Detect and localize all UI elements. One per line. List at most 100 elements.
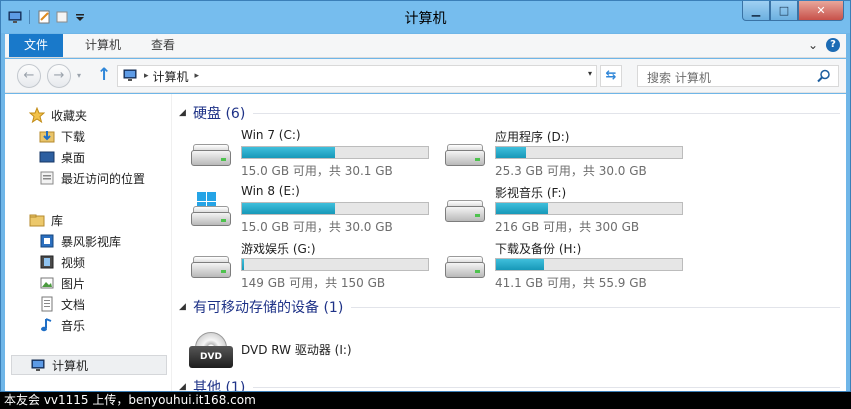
sidebar-item-baofeng-library[interactable]: 暴风影视库	[39, 231, 121, 251]
window-title: 计算机	[404, 11, 447, 27]
ribbon-right-controls: ⌄ ?	[808, 38, 840, 52]
sidebar-item-label: 库	[51, 213, 64, 228]
breadcrumb-computer[interactable]: 计算机	[153, 68, 189, 85]
capacity-bar	[241, 202, 429, 215]
group-divider	[253, 386, 840, 388]
sidebar-item-videos[interactable]: 视频	[39, 252, 85, 272]
hard-drive-icon	[441, 248, 489, 288]
sidebar-item-music[interactable]: 音乐	[39, 315, 85, 335]
pane-divider[interactable]	[171, 94, 172, 391]
navigation-bar: ← → ▾ ↑ ▸ 计算机 ▸ ▾ ⇆ 搜索 计算机	[5, 59, 846, 93]
recent-locations-icon[interactable]: ▾	[77, 71, 81, 80]
sidebar-item-pictures[interactable]: 图片	[39, 273, 85, 293]
drives-view: ◢ 硬盘 (6) Win 7 (C:) 15.0 GB 可用，共 30.1 GB…	[175, 94, 840, 391]
libraries-icon	[29, 212, 45, 228]
sidebar-item-label: 暴风影视库	[61, 234, 122, 249]
capacity-bar	[241, 258, 429, 271]
sidebar-item-favorites[interactable]: 收藏夹	[28, 105, 88, 125]
expand-ribbon-icon[interactable]: ⌄	[808, 38, 818, 52]
group-divider	[253, 112, 840, 114]
drive-item[interactable]: 应用程序 (D:) 25.3 GB 可用，共 30.0 GB	[441, 128, 691, 178]
tab-computer[interactable]: 计算机	[69, 34, 137, 57]
film-library-icon	[39, 233, 55, 249]
hard-drive-icon	[187, 136, 235, 176]
group-header-other[interactable]: ◢ 其他 (1)	[179, 377, 840, 391]
sidebar-item-desktop[interactable]: 桌面	[39, 147, 85, 167]
sidebar-item-downloads[interactable]: 下载	[39, 126, 85, 146]
sidebar-item-label: 音乐	[61, 318, 86, 333]
computer-icon	[122, 67, 138, 86]
drive-name: 影视音乐 (F:)	[495, 186, 567, 200]
group-header-removable[interactable]: ◢ 有可移动存储的设备 (1)	[179, 297, 840, 317]
content-area: 收藏夹 下载 桌面 最近访问的位置 库 暴风影视库 视频 图片 文档 音乐 计算…	[5, 94, 846, 391]
back-button[interactable]: ←	[17, 64, 41, 88]
sidebar-item-label: 视频	[61, 255, 86, 270]
sidebar-item-libraries[interactable]: 库	[29, 210, 63, 230]
downloads-folder-icon	[39, 128, 55, 144]
dvd-drive-item[interactable]: DVD DVD RW 驱动器 (I:)	[187, 324, 437, 374]
capacity-fill	[496, 259, 544, 270]
sidebar-item-computer[interactable]: 计算机	[11, 355, 167, 375]
collapse-arrow-icon[interactable]: ◢	[179, 382, 193, 391]
tab-file[interactable]: 文件	[9, 34, 64, 57]
group-divider	[351, 306, 840, 308]
search-placeholder: 搜索 计算机	[647, 71, 711, 85]
breadcrumb-chevron-icon[interactable]: ▸	[144, 71, 149, 81]
capacity-bar	[495, 146, 683, 159]
breadcrumb-chevron-icon[interactable]: ▸	[195, 71, 200, 81]
capacity-bar	[495, 202, 683, 215]
drive-capacity-text: 149 GB 可用，共 150 GB	[241, 276, 386, 290]
minimize-button[interactable]: ▁	[742, 1, 770, 21]
group-header-hard-drives[interactable]: ◢ 硬盘 (6)	[179, 103, 840, 123]
window-controls: ▁ □ ✕	[742, 1, 844, 21]
sidebar-item-recent-places[interactable]: 最近访问的位置	[39, 168, 145, 188]
sidebar-item-documents[interactable]: 文档	[39, 294, 85, 314]
windows-drive-icon	[187, 192, 235, 232]
refresh-button[interactable]: ⇆	[600, 65, 622, 87]
collapse-arrow-icon[interactable]: ◢	[179, 302, 193, 312]
explorer-window: 计算机 ▁ □ ✕ 文件 计算机 查看 ⌄ ? ← → ▾ ↑ ▸ 计算机 ▸ …	[0, 0, 851, 392]
video-icon	[39, 254, 55, 270]
help-icon[interactable]: ?	[826, 38, 840, 52]
drive-capacity-text: 15.0 GB 可用，共 30.0 GB	[241, 220, 393, 234]
forward-button[interactable]: →	[47, 64, 71, 88]
drive-item[interactable]: 影视音乐 (F:) 216 GB 可用，共 300 GB	[441, 184, 691, 234]
title-bar: 计算机 ▁ □ ✕	[1, 1, 850, 33]
documents-icon	[39, 296, 55, 312]
close-button[interactable]: ✕	[798, 1, 844, 21]
search-icon[interactable]	[816, 68, 832, 87]
drive-item[interactable]: 游戏娱乐 (G:) 149 GB 可用，共 150 GB	[187, 240, 437, 290]
recent-places-icon	[39, 170, 55, 186]
capacity-fill	[242, 203, 335, 214]
drive-item[interactable]: 下载及备份 (H:) 41.1 GB 可用，共 55.9 GB	[441, 240, 691, 290]
drive-name: Win 7 (C:)	[241, 128, 301, 142]
sidebar-item-label: 计算机	[52, 358, 89, 373]
capacity-fill	[496, 203, 548, 214]
sidebar-item-label: 桌面	[61, 150, 86, 165]
capacity-fill	[242, 259, 244, 270]
upload-watermark: 本友会 vv1115 上传，benyouhui.it168.com	[0, 392, 851, 409]
desktop-icon	[39, 149, 55, 165]
capacity-bar	[495, 258, 683, 271]
pictures-icon	[39, 275, 55, 291]
drive-item[interactable]: Win 8 (E:) 15.0 GB 可用，共 30.0 GB	[187, 184, 437, 234]
capacity-bar	[241, 146, 429, 159]
group-title: 硬盘 (6)	[193, 106, 246, 122]
maximize-button[interactable]: □	[770, 1, 798, 21]
drive-name: Win 8 (E:)	[241, 184, 300, 198]
address-bar[interactable]: ▸ 计算机 ▸ ▾	[117, 65, 597, 87]
hard-drive-icon	[441, 136, 489, 176]
drive-item[interactable]: Win 7 (C:) 15.0 GB 可用，共 30.1 GB	[187, 128, 437, 178]
sidebar-item-label: 图片	[61, 276, 86, 291]
tab-view[interactable]: 查看	[135, 34, 191, 57]
search-input[interactable]: 搜索 计算机	[637, 65, 839, 87]
drive-name: 游戏娱乐 (G:)	[241, 242, 316, 256]
up-icon[interactable]: ↑	[97, 65, 111, 85]
address-dropdown-icon[interactable]: ▾	[588, 69, 592, 78]
sidebar-item-label: 下载	[61, 129, 86, 144]
dvd-label: DVD	[189, 346, 233, 368]
collapse-arrow-icon[interactable]: ◢	[179, 108, 193, 118]
sidebar-item-label: 收藏夹	[51, 108, 88, 123]
capacity-fill	[242, 147, 335, 158]
drive-capacity-text: 216 GB 可用，共 300 GB	[495, 220, 640, 234]
